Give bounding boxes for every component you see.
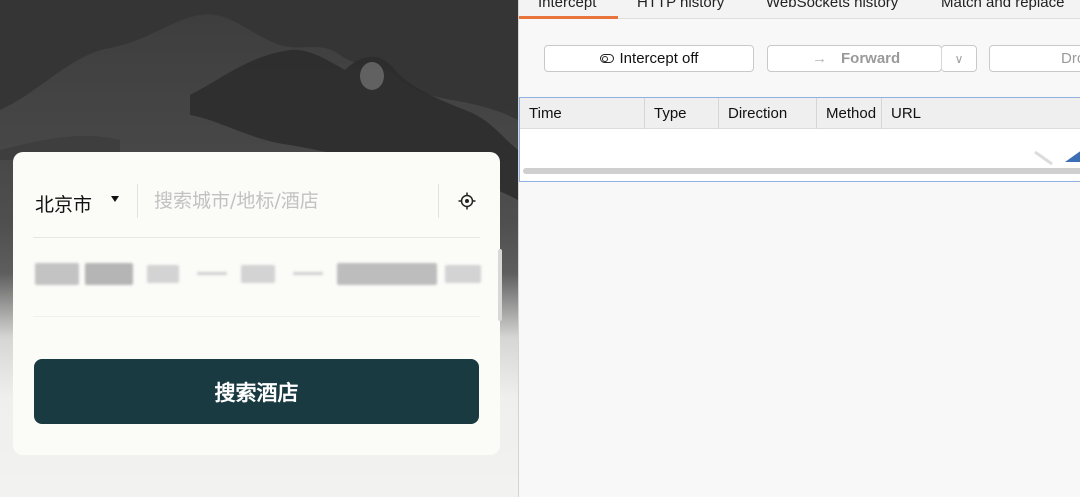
- column-header-method[interactable]: Method: [817, 98, 882, 129]
- active-tab-indicator: [519, 16, 618, 19]
- redacted-separator: [197, 272, 227, 275]
- redacted-weekday-text: [147, 265, 179, 283]
- divider: [438, 184, 439, 218]
- horizontal-scrollbar[interactable]: [523, 168, 1080, 174]
- column-header-type[interactable]: Type: [645, 98, 719, 129]
- divider: [33, 237, 480, 238]
- divider: [33, 316, 480, 317]
- toggle-switch-icon: [599, 54, 614, 63]
- destination-search-input[interactable]: [154, 188, 424, 214]
- redacted-date-text: [337, 263, 437, 285]
- drop-button[interactable]: Dro: [989, 45, 1080, 72]
- proxy-tool-panel: Intercept HTTP history WebSockets histor…: [518, 0, 1080, 497]
- search-hotels-button[interactable]: 搜索酒店: [34, 359, 479, 424]
- drop-label: Dro: [1061, 50, 1080, 67]
- city-search-row: 北京市: [33, 184, 480, 218]
- tab-websockets-history[interactable]: WebSockets history: [766, 0, 898, 11]
- arrow-right-icon: →: [812, 50, 827, 67]
- hotel-search-card: 北京市 搜索酒店: [13, 152, 502, 455]
- crosshair-location-icon[interactable]: [458, 192, 476, 210]
- tab-http-history[interactable]: HTTP history: [637, 0, 724, 11]
- redacted-separator: [293, 272, 323, 275]
- window-resize-mark: [1034, 150, 1080, 166]
- redacted-nights-text: [241, 265, 275, 283]
- forward-options-dropdown[interactable]: ∨: [941, 45, 977, 72]
- column-header-url[interactable]: URL: [882, 98, 1080, 129]
- forward-button[interactable]: → Forward: [767, 45, 942, 72]
- chevron-down-icon: ∨: [954, 51, 964, 66]
- redacted-date-text: [35, 263, 79, 285]
- forward-label: Forward: [841, 50, 901, 67]
- city-selector[interactable]: 北京市: [35, 190, 92, 217]
- tab-match-and-replace[interactable]: Match and replace: [941, 0, 1064, 11]
- redacted-date-text: [85, 263, 133, 285]
- table-header: Time Type Direction Method URL: [520, 98, 1080, 129]
- column-header-time[interactable]: Time: [520, 98, 645, 129]
- tab-intercept[interactable]: Intercept: [538, 0, 596, 11]
- divider: [137, 184, 138, 218]
- intercept-toolbar: Intercept off → Forward ∨ Dro: [519, 20, 1080, 97]
- date-range-row[interactable]: [35, 261, 485, 289]
- caret-down-icon[interactable]: [111, 196, 119, 202]
- proxy-tab-bar: Intercept HTTP history WebSockets histor…: [519, 0, 1080, 19]
- hotel-app-panel: 北京市 搜索酒店: [0, 0, 518, 497]
- scrollbar-thumb[interactable]: [498, 249, 502, 321]
- intercept-message-table: Time Type Direction Method URL: [519, 97, 1080, 182]
- intercept-toggle-label: Intercept off: [619, 50, 699, 67]
- column-header-direction[interactable]: Direction: [719, 98, 817, 129]
- intercept-toggle-button[interactable]: Intercept off: [544, 45, 754, 72]
- redacted-weekday-text: [445, 265, 481, 283]
